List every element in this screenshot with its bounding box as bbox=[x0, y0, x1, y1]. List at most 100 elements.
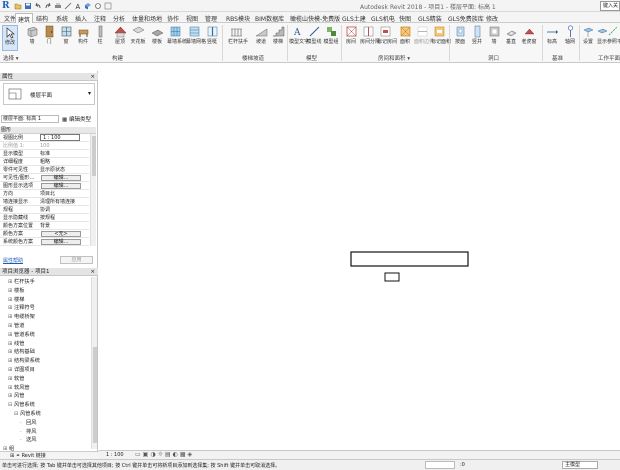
room-button[interactable]: 房间 bbox=[343, 25, 359, 45]
text-icon[interactable]: A bbox=[74, 2, 82, 10]
chevron-down-icon[interactable]: ▾ bbox=[88, 90, 91, 97]
panel-select-label[interactable]: 选择 ▾ bbox=[3, 54, 19, 62]
mullion-button[interactable]: 竖梃 bbox=[204, 25, 220, 45]
prop-row-color-scheme[interactable]: 颜色方案 <无> bbox=[0, 230, 89, 238]
tree-item[interactable]: ⊞ 软风管 bbox=[8, 385, 30, 392]
tree-item[interactable]: ⊞ 楼梯 bbox=[8, 297, 24, 304]
system-color-scheme-button[interactable]: 编辑... bbox=[41, 239, 81, 245]
measure-icon[interactable] bbox=[64, 2, 72, 10]
prop-row-hidden-lines[interactable]: 显示隐藏线 按规程 bbox=[0, 214, 89, 222]
railing-button[interactable]: 栏杆扶手 bbox=[228, 25, 248, 45]
view-scale[interactable]: 1 : 100 bbox=[106, 452, 124, 458]
tree-item[interactable]: ⊟ 风管系统 bbox=[14, 411, 41, 418]
view-controls-icons[interactable]: ▭▣◑☼▤◐▦◈ bbox=[135, 451, 194, 458]
revit-logo-icon[interactable]: R bbox=[2, 1, 11, 11]
curtain-grid-button[interactable]: 幕墙网格 bbox=[186, 25, 206, 45]
prop-row-detail-level[interactable]: 详细程度 粗略 bbox=[0, 158, 89, 166]
apply-button[interactable]: 应用 bbox=[60, 256, 93, 264]
curtain-system-button[interactable]: 幕墙系统 bbox=[167, 25, 187, 45]
model-line-button[interactable]: 模型线 bbox=[306, 25, 322, 45]
stair-button[interactable]: 楼梯 bbox=[270, 25, 286, 45]
prop-row-visibility-graphics[interactable]: 可见性/图形... 编辑... bbox=[0, 174, 89, 182]
browser-scrollbar[interactable] bbox=[91, 277, 97, 449]
scrollbar-thumb[interactable] bbox=[92, 136, 96, 176]
edit-type-button[interactable]: ▦ 编辑类型 bbox=[62, 115, 91, 123]
tag-room-button[interactable]: 标记房间 bbox=[377, 25, 397, 45]
tree-item[interactable]: · 送风 bbox=[20, 437, 36, 444]
model-group-button[interactable]: 模型组 bbox=[323, 25, 339, 45]
save-icon[interactable] bbox=[24, 2, 32, 10]
drawing-canvas[interactable] bbox=[99, 63, 620, 450]
ramp-button[interactable]: 坡道 bbox=[253, 25, 269, 45]
tree-item[interactable]: ⊟ 风管系统 bbox=[8, 402, 35, 409]
close-icon[interactable]: × bbox=[90, 268, 95, 276]
edit-graphic-display-button[interactable]: 编辑... bbox=[41, 183, 81, 189]
tree-item[interactable]: ⊞ 软管 bbox=[8, 376, 24, 383]
ref-plane-button[interactable]: 参照平面 bbox=[607, 25, 620, 45]
modify-button[interactable]: 修改 bbox=[2, 25, 18, 51]
open-icon[interactable] bbox=[14, 2, 22, 10]
tree-item[interactable]: ⊞ 管道系统 bbox=[8, 332, 35, 339]
panel-room-area-label[interactable]: 房间和面积 ▾ bbox=[378, 54, 410, 62]
shaft-button[interactable]: 竖井 bbox=[469, 25, 485, 45]
prop-row-wall-join[interactable]: 墙连接显示 清理所有墙连接 bbox=[0, 198, 89, 206]
window-button[interactable]: 窗 bbox=[58, 25, 74, 45]
tree-item[interactable]: ⊞ 楼板 bbox=[8, 288, 24, 295]
view-element-rectangle[interactable] bbox=[350, 251, 469, 267]
tree-item[interactable]: ⊞ 风管 bbox=[8, 393, 24, 400]
tree-item[interactable]: ⊞ 详图项目 bbox=[8, 367, 35, 374]
tree-item[interactable]: ⊞ 结构基础 bbox=[8, 349, 35, 356]
design-option-field[interactable]: 主模型 bbox=[562, 461, 598, 469]
tree-item[interactable]: ⊞ 栏杆扶手 bbox=[8, 279, 35, 286]
close-icon[interactable]: × bbox=[90, 73, 95, 81]
worksets-field[interactable] bbox=[425, 461, 455, 469]
roof-button[interactable]: 屋顶 bbox=[112, 25, 128, 45]
prop-row-orientation[interactable]: 方向 项目北 bbox=[0, 190, 89, 198]
tree-item[interactable]: ⊞ 管道 bbox=[8, 323, 24, 330]
view-scale-input[interactable]: 1 : 100 bbox=[40, 134, 80, 141]
room-separator-button[interactable]: 房间分隔 bbox=[360, 25, 380, 45]
door-button[interactable]: 门 bbox=[41, 25, 57, 45]
prop-row-system-color-scheme[interactable]: 系统颜色方案 编辑... bbox=[0, 238, 89, 246]
tree-item[interactable]: ⊞ 注释符号 bbox=[8, 305, 35, 312]
property-group-graphics[interactable]: 图形 bbox=[0, 127, 96, 134]
by-face-button[interactable]: 按面 bbox=[452, 25, 468, 45]
view-element-small-box[interactable] bbox=[384, 272, 400, 282]
tree-item[interactable]: ⊞ 线管 bbox=[8, 341, 24, 348]
section-icon[interactable] bbox=[94, 2, 102, 10]
prop-row-display-model[interactable]: 显示模型 标准 bbox=[0, 150, 89, 158]
column-button[interactable]: 柱 bbox=[92, 25, 108, 45]
prop-row-graphic-display[interactable]: 图形显示选项 编辑... bbox=[0, 182, 89, 190]
tag-area-button[interactable]: 标记面积 bbox=[431, 25, 451, 45]
vertical-button[interactable]: 垂直 bbox=[503, 25, 519, 45]
3d-view-icon[interactable] bbox=[84, 2, 92, 10]
grid-button[interactable]: 轴网 bbox=[562, 25, 578, 45]
instance-type-dropdown[interactable]: 楼层平面: 标高 1 bbox=[1, 115, 59, 123]
tree-item[interactable]: · 排风 bbox=[20, 429, 36, 436]
close-hidden-icon[interactable] bbox=[104, 2, 112, 10]
area-boundary-button[interactable]: 面积边界 bbox=[414, 25, 434, 45]
search-input[interactable]: 键入关 bbox=[600, 1, 620, 11]
scrollbar-thumb[interactable] bbox=[93, 347, 97, 443]
tree-item[interactable]: · 回风 bbox=[20, 420, 36, 427]
properties-help-link[interactable]: 属性帮助 bbox=[3, 257, 23, 264]
tree-item[interactable]: ⊞ 结构梁系统 bbox=[8, 358, 40, 365]
tree-item[interactable]: ⊞ 电缆桥架 bbox=[8, 314, 35, 321]
properties-scrollbar[interactable] bbox=[90, 134, 96, 246]
prop-row-color-scheme-location[interactable]: 颜色方案位置 背景 bbox=[0, 222, 89, 230]
print-icon[interactable] bbox=[54, 2, 62, 10]
model-text-button[interactable]: A 模型文字 bbox=[289, 25, 309, 45]
dormer-button[interactable]: 老虎窗 bbox=[521, 25, 537, 45]
ceiling-button[interactable]: 天花板 bbox=[130, 25, 146, 45]
prop-row-discipline[interactable]: 规程 协调 bbox=[0, 206, 89, 214]
wall-button[interactable]: 墙 bbox=[24, 25, 40, 45]
component-button[interactable]: 构件 bbox=[75, 25, 91, 45]
level-button[interactable]: 标高 bbox=[544, 25, 560, 45]
edit-visibility-button[interactable]: 编辑... bbox=[41, 175, 81, 181]
revit-links-item[interactable]: ⊞ ⚭ Revit 链接 bbox=[0, 451, 99, 459]
prop-row-parts-visibility[interactable]: 零件可见性 显示原状态 bbox=[0, 166, 89, 174]
type-selector-preview[interactable]: 楼层平面 ▾ bbox=[3, 83, 95, 105]
floor-button[interactable]: 楼板 bbox=[149, 25, 165, 45]
undo-icon[interactable] bbox=[34, 2, 42, 10]
prop-row-view-scale[interactable]: 视图比例 1 : 100 bbox=[0, 134, 89, 142]
